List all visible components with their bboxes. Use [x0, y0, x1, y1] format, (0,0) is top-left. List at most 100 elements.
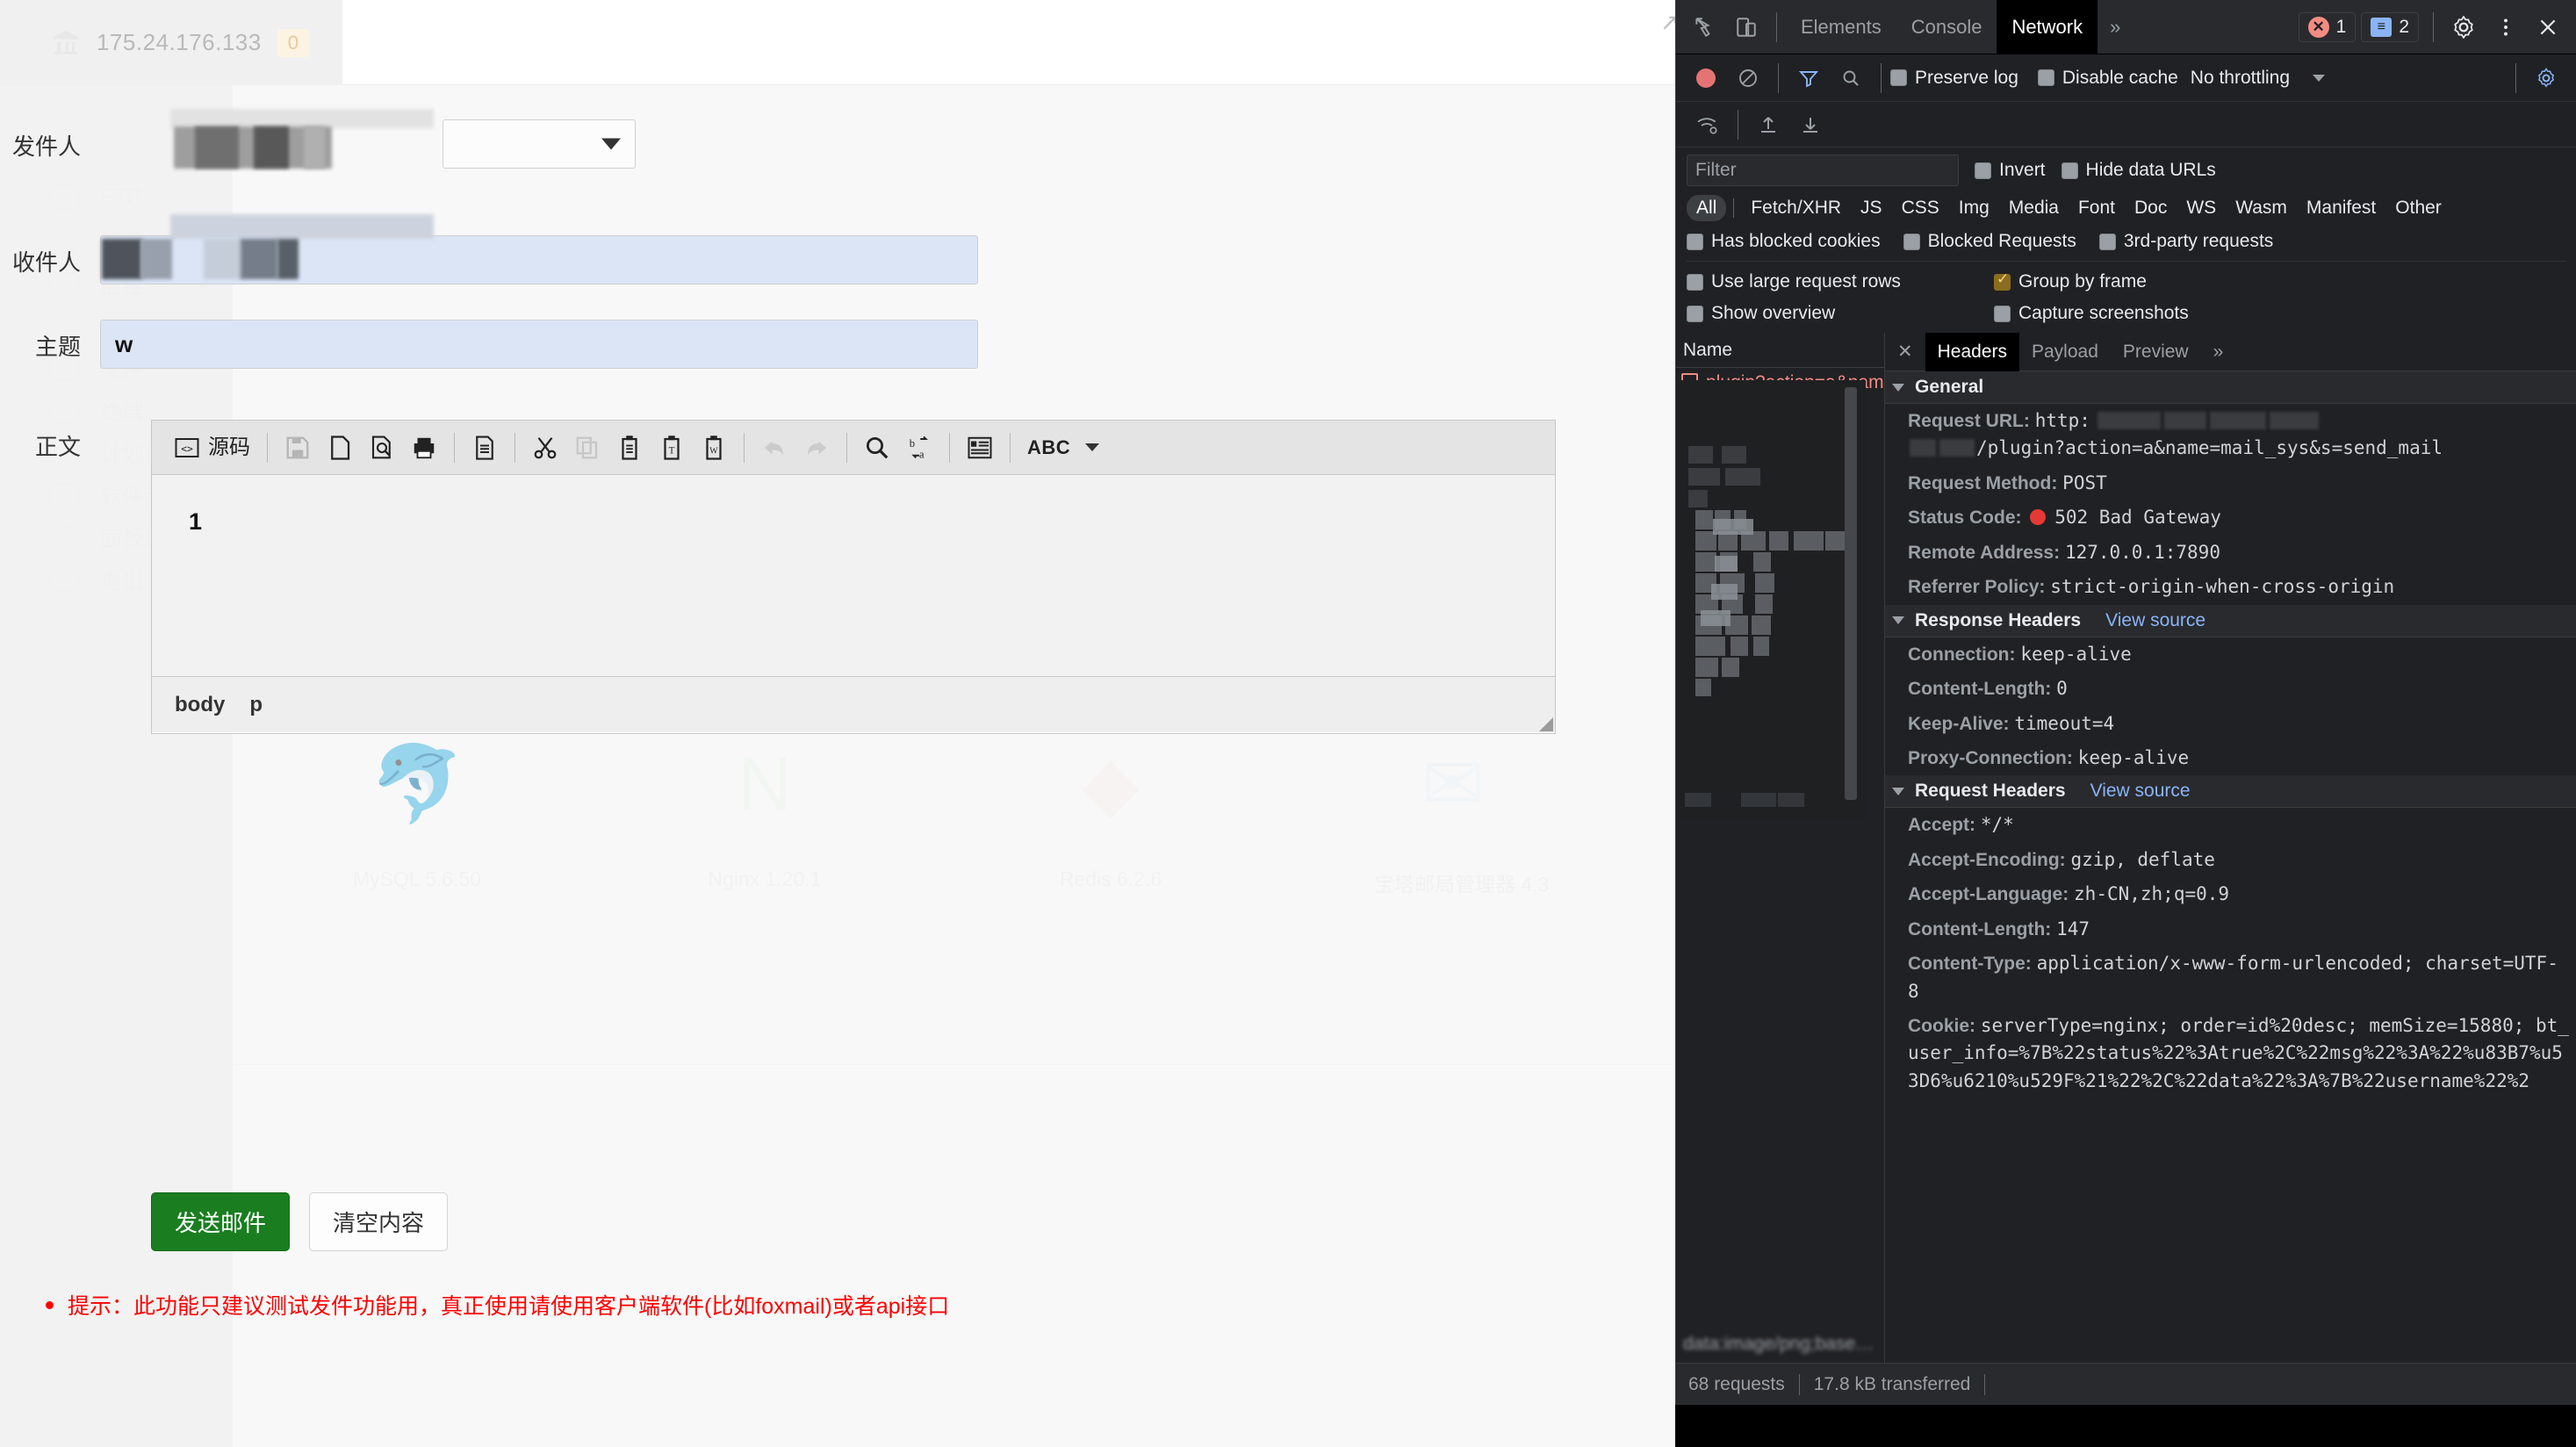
section-response-headers[interactable]: Response Headers View source	[1885, 604, 2576, 637]
type-filter-ws[interactable]: WS	[2177, 195, 2226, 221]
export-har-icon[interactable]	[1789, 104, 1831, 146]
section-general[interactable]: General	[1885, 371, 2576, 404]
search-toggle-icon[interactable]	[1830, 57, 1872, 99]
capture-screenshots-option[interactable]: Capture screenshots	[1994, 303, 2565, 324]
templates-button[interactable]	[464, 430, 506, 465]
request-name: data:image/png;base…	[1683, 1334, 1874, 1354]
use-large-request-rows-option[interactable]: Use large request rows	[1687, 271, 1994, 292]
blocked-requests-option[interactable]: Blocked Requests	[1903, 231, 2076, 252]
clear-button[interactable]	[1727, 57, 1769, 99]
type-filter-font[interactable]: Font	[2069, 195, 2125, 221]
more-options-icon[interactable]	[2485, 6, 2527, 48]
network-toolbar: Preserve log Disable cache No throttling	[1676, 54, 2576, 102]
header-row-request-url: Request URL: http: /plugin?action=a&name…	[1885, 404, 2576, 466]
record-button[interactable]	[1685, 57, 1727, 99]
find-button[interactable]	[856, 430, 898, 465]
tab-console[interactable]: Console	[1896, 0, 1997, 54]
new-page-button[interactable]	[319, 430, 361, 465]
group-by-frame-option[interactable]: Group by frame	[1994, 271, 2565, 292]
type-filter-wasm[interactable]: Wasm	[2226, 195, 2297, 221]
type-filter-img[interactable]: Img	[1949, 195, 1999, 221]
select-all-button[interactable]	[959, 430, 1001, 465]
headers-scroll-area[interactable]: General Request URL: http: /plugin?actio…	[1885, 371, 2576, 1363]
has-blocked-cookies-checkbox[interactable]	[1687, 233, 1703, 250]
type-filter-media[interactable]: Media	[1999, 195, 2069, 221]
more-detail-tabs-icon[interactable]: »	[2201, 333, 2236, 371]
tab-preview[interactable]: Preview	[2111, 333, 2201, 371]
throttling-select[interactable]: No throttling	[2191, 68, 2326, 89]
hide-data-urls-option[interactable]: Hide data URLs	[2061, 160, 2216, 181]
hide-data-urls-checkbox[interactable]	[2061, 162, 2078, 179]
show-overview-option[interactable]: Show overview	[1687, 303, 1994, 324]
preview-button[interactable]	[361, 430, 403, 465]
invert-checkbox[interactable]	[1975, 162, 1991, 179]
tab-elements[interactable]: Elements	[1786, 0, 1896, 54]
type-filter-fetch-xhr[interactable]: Fetch/XHR	[1741, 195, 1851, 221]
print-button[interactable]	[403, 430, 445, 465]
type-filter-doc[interactable]: Doc	[2125, 195, 2177, 221]
column-header-name[interactable]: Name	[1676, 333, 1884, 368]
rich-text-editor[interactable]: <> 源码 T W b a ABC 1 body p	[151, 420, 1556, 734]
type-filter-manifest[interactable]: Manifest	[2297, 195, 2385, 221]
filter-input[interactable]: Filter	[1687, 155, 1959, 186]
send-mail-button[interactable]: 发送邮件	[151, 1192, 291, 1251]
sender-select[interactable]	[443, 119, 636, 169]
inspect-element-icon[interactable]	[1683, 6, 1725, 48]
import-har-icon[interactable]	[1747, 104, 1789, 146]
network-conditions-icon[interactable]	[1687, 104, 1729, 146]
copy-button[interactable]	[566, 430, 608, 465]
type-filter-all[interactable]: All	[1687, 195, 1727, 221]
editor-content-area[interactable]: 1	[152, 475, 1555, 677]
third-party-requests-option[interactable]: 3rd-party requests	[2098, 231, 2273, 252]
save-button[interactable]	[277, 430, 319, 465]
paste-word-button[interactable]: W	[693, 430, 735, 465]
device-toolbar-icon[interactable]	[1725, 6, 1767, 48]
view-source-link[interactable]: View source	[2090, 781, 2191, 802]
editor-resize-grip[interactable]	[1539, 717, 1553, 731]
view-source-link[interactable]: View source	[2105, 610, 2205, 631]
replace-button[interactable]: ba	[898, 430, 940, 465]
capture-screenshots-checkbox[interactable]	[1994, 305, 2011, 322]
show-overview-checkbox[interactable]	[1687, 305, 1703, 322]
third-party-requests-checkbox[interactable]	[2098, 233, 2116, 250]
use-large-request-rows-checkbox[interactable]	[1687, 273, 1703, 291]
type-filter-js[interactable]: JS	[1851, 195, 1892, 221]
clear-content-button[interactable]: 清空内容	[309, 1192, 449, 1251]
paste-text-button[interactable]: T	[651, 430, 693, 465]
tab-payload[interactable]: Payload	[2019, 333, 2111, 371]
redo-button[interactable]	[795, 430, 838, 465]
cut-button[interactable]	[524, 430, 566, 465]
network-settings-icon[interactable]	[2525, 57, 2567, 99]
tab-network[interactable]: Network	[1997, 0, 2098, 54]
close-details-icon[interactable]: ✕	[1885, 341, 1925, 363]
paste-button[interactable]	[608, 430, 651, 465]
blocked-requests-checkbox[interactable]	[1903, 233, 1920, 250]
section-request-headers[interactable]: Request Headers View source	[1885, 775, 2576, 809]
element-path-body[interactable]: body	[175, 693, 225, 717]
type-filter-other[interactable]: Other	[2385, 195, 2451, 221]
redo-arrow-icon	[803, 435, 830, 461]
request-rows[interactable]: plugin?action=a&name=mail_sys…	[1676, 368, 1884, 1363]
disable-cache-checkbox[interactable]	[2037, 69, 2054, 86]
table-row[interactable]: data:image/png;base…	[1678, 1329, 1880, 1359]
message-count-badge[interactable]: ≡ 2	[2361, 11, 2419, 42]
source-button[interactable]: <> 源码	[166, 430, 258, 465]
preserve-log-option[interactable]: Preserve log	[1890, 68, 2018, 89]
group-by-frame-checkbox[interactable]	[1994, 271, 2011, 291]
invert-option[interactable]: Invert	[1975, 160, 2046, 181]
more-tabs-icon[interactable]: »	[2097, 16, 2133, 39]
close-devtools-icon[interactable]	[2527, 6, 2569, 48]
tab-headers[interactable]: Headers	[1925, 332, 2019, 371]
network-main: Name plugin?action=a&name=mail_sys…	[1676, 332, 2576, 1363]
filter-toggle-icon[interactable]	[1788, 57, 1830, 99]
preserve-log-checkbox[interactable]	[1890, 69, 1907, 86]
settings-gear-icon[interactable]	[2443, 6, 2485, 48]
has-blocked-cookies-option[interactable]: Has blocked cookies	[1687, 231, 1881, 252]
subject-input[interactable]: w	[100, 320, 978, 369]
element-path-p[interactable]: p	[249, 693, 263, 717]
spellcheck-button[interactable]: ABC	[1019, 434, 1107, 462]
undo-button[interactable]	[753, 430, 795, 465]
disable-cache-option[interactable]: Disable cache	[2037, 68, 2178, 89]
error-count-badge[interactable]: ✕ 1	[2298, 11, 2357, 42]
type-filter-css[interactable]: CSS	[1892, 195, 1949, 221]
